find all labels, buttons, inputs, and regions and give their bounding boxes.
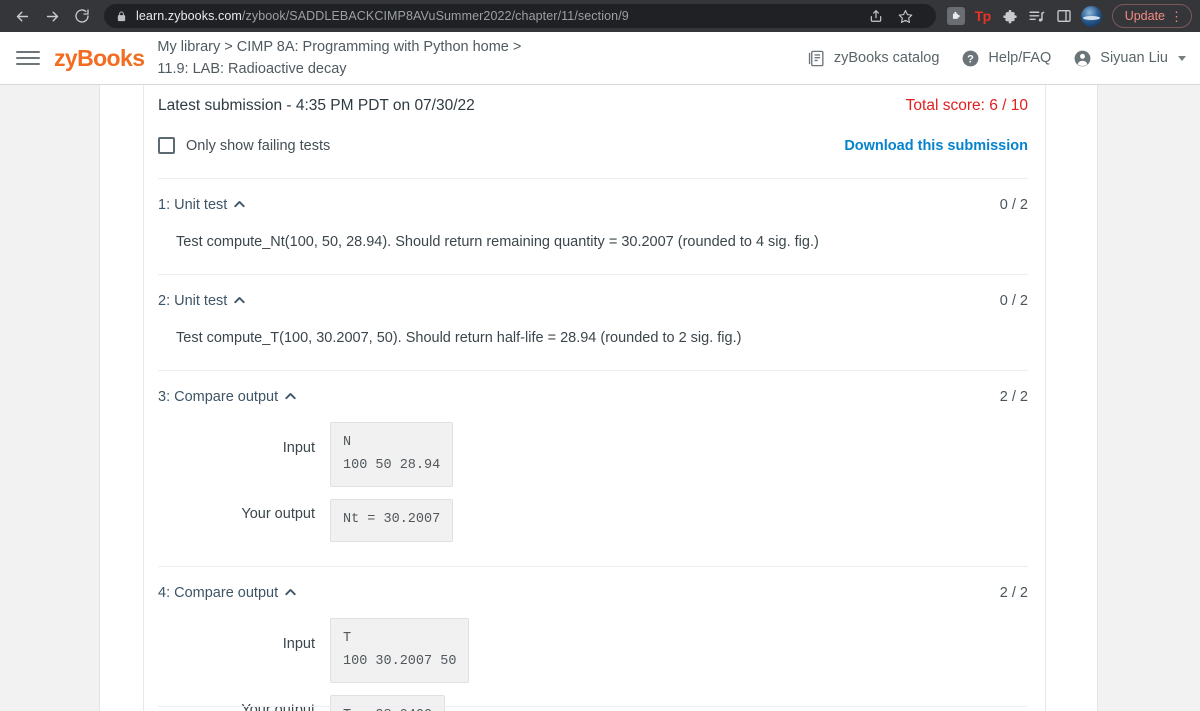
only-failing-tests-label[interactable]: Only show failing tests [186, 138, 330, 154]
breadcrumb-line-2[interactable]: 11.9: LAB: Radioactive decay [157, 58, 521, 80]
test-name[interactable]: 4: Compare output [158, 585, 278, 601]
test-result-section: 1: Unit test 0 / 2 Test compute_Nt(100, 50… [158, 178, 1028, 250]
download-submission-link[interactable]: Download this submission [844, 138, 1028, 154]
tp-extension-icon[interactable]: Tp [973, 6, 993, 26]
help-label: Help/FAQ [988, 50, 1052, 66]
content-column: Latest submission - 4:35 PM PDT on 07/30… [144, 85, 1046, 711]
total-score: Total score: 6 / 10 [905, 97, 1028, 114]
extension-badge-icon[interactable] [946, 6, 966, 26]
playlist-icon[interactable] [1027, 6, 1047, 26]
catalog-label: zyBooks catalog [833, 50, 940, 66]
test-result-section: 4: Compare output 2 / 2 Input T 100 30.2007… [158, 565, 1028, 711]
test-io-label: Input [282, 635, 315, 652]
right-rail [1098, 85, 1200, 711]
test-io-row: Your output Nt = 30.2007 [158, 499, 1028, 542]
star-icon[interactable] [892, 4, 920, 28]
test-score: 0 / 2 [999, 197, 1028, 213]
test-header[interactable]: 2: Unit test 0 / 2 [158, 292, 1028, 310]
test-io-value: N 100 50 28.94 [330, 422, 454, 488]
test-io-label: Your output [241, 702, 315, 711]
header-actions: zyBooks catalog ? Help/FAQ Siyuan Liu [807, 49, 1186, 68]
test-description: Test compute_Nt(100, 50, 28.94). Should … [176, 234, 819, 250]
browser-extension-icons: Tp [946, 5, 1102, 27]
test-io-value: Nt = 30.2007 [330, 499, 454, 542]
test-description: Test compute_T(100, 30.2007, 50). Should… [176, 330, 742, 346]
page-body: Latest submission - 4:35 PM PDT on 07/30… [0, 85, 1200, 711]
chevron-up-icon[interactable] [285, 387, 296, 405]
test-io-label: Your output [241, 506, 315, 523]
forward-icon[interactable] [38, 2, 66, 30]
url-text: learn.zybooks.com/zybook/SADDLEBACKCIMP8… [136, 9, 629, 23]
test-header[interactable]: 1: Unit test 0 / 2 [158, 196, 1028, 214]
test-io-row: Your output T = 28.9400 [158, 695, 1028, 711]
submission-title: Latest submission - 4:35 PM PDT on 07/30… [158, 97, 475, 114]
chevron-down-icon[interactable] [1178, 55, 1186, 61]
test-io-row: Input N 100 50 28.94 [158, 422, 1028, 488]
update-label: Update [1124, 9, 1165, 23]
chevron-up-icon[interactable] [285, 583, 296, 601]
url-path: /zybook/SADDLEBACKCIMP8AVuSummer2022/cha… [241, 9, 629, 23]
breadcrumb: My library > CIMP 8A: Programming with P… [157, 36, 521, 80]
back-icon[interactable] [8, 2, 36, 30]
hamburger-menu-icon[interactable] [16, 46, 40, 70]
user-menu[interactable]: Siyuan Liu [1073, 49, 1186, 68]
puzzle-extension-icon[interactable] [1000, 6, 1020, 26]
test-header[interactable]: 3: Compare output 2 / 2 [158, 388, 1028, 406]
test-result-section: 2: Unit test 0 / 2 Test compute_T(100, 30.… [158, 274, 1028, 346]
chevron-up-icon[interactable] [234, 195, 245, 213]
app-header: zyBooks My library > CIMP 8A: Programmin… [0, 32, 1200, 85]
user-account-icon [1073, 49, 1092, 68]
lock-icon [116, 10, 127, 23]
only-failing-tests-checkbox[interactable] [158, 137, 175, 154]
update-button[interactable]: Update ⋮ [1111, 4, 1192, 28]
test-io-row: Input T 100 30.2007 50 [158, 617, 1028, 684]
zybooks-logo[interactable]: zyBooks [54, 45, 145, 72]
browser-toolbar: learn.zybooks.com/zybook/SADDLEBACKCIMP8… [0, 0, 1200, 32]
test-results-list: 1: Unit test 0 / 2 Test compute_Nt(100, 50… [158, 178, 1028, 711]
submission-header: Latest submission - 4:35 PM PDT on 07/30… [158, 85, 1028, 115]
url-host: learn.zybooks.com [136, 9, 242, 23]
test-io-value: T 100 30.2007 50 [330, 617, 470, 684]
breadcrumb-line-1[interactable]: My library > CIMP 8A: Programming with P… [157, 36, 521, 58]
right-gutter [1046, 85, 1098, 711]
test-name[interactable]: 1: Unit test [158, 197, 227, 213]
test-name[interactable]: 2: Unit test [158, 293, 227, 309]
share-icon[interactable] [862, 4, 890, 28]
reload-icon[interactable] [68, 2, 96, 30]
test-score: 0 / 2 [999, 293, 1028, 309]
left-gutter [100, 85, 144, 711]
user-label: Siyuan Liu [1100, 50, 1168, 66]
kebab-menu-icon[interactable]: ⋮ [1170, 10, 1183, 23]
chevron-up-icon[interactable] [234, 291, 245, 309]
test-io-block: Input T 100 30.2007 50 Your output T = 28.9… [158, 617, 1028, 711]
submission-panel: Latest submission - 4:35 PM PDT on 07/30… [144, 85, 1045, 711]
catalog-book-icon [807, 49, 826, 68]
test-score: 2 / 2 [999, 584, 1028, 601]
address-bar[interactable]: learn.zybooks.com/zybook/SADDLEBACKCIMP8… [104, 4, 936, 28]
test-io-block: Input N 100 50 28.94 Your output Nt = 30.20… [158, 422, 1028, 542]
section-divider [158, 706, 1028, 707]
test-score: 2 / 2 [999, 389, 1028, 405]
left-rail [0, 85, 100, 711]
catalog-link[interactable]: zyBooks catalog [807, 49, 940, 68]
side-panel-icon[interactable] [1054, 6, 1074, 26]
help-question-icon: ? [961, 49, 980, 68]
svg-text:?: ? [968, 53, 975, 65]
test-header[interactable]: 4: Compare output 2 / 2 [158, 584, 1028, 602]
help-link[interactable]: ? Help/FAQ [961, 49, 1051, 68]
test-io-value: T = 28.9400 [330, 695, 446, 711]
profile-avatar-icon[interactable] [1080, 5, 1102, 27]
test-io-label: Input [282, 440, 315, 456]
test-result-section: 3: Compare output 2 / 2 Input N 100 50 28.9… [158, 370, 1028, 542]
test-name[interactable]: 3: Compare output [158, 389, 278, 405]
filter-row: Only show failing tests Download this su… [158, 137, 1028, 154]
